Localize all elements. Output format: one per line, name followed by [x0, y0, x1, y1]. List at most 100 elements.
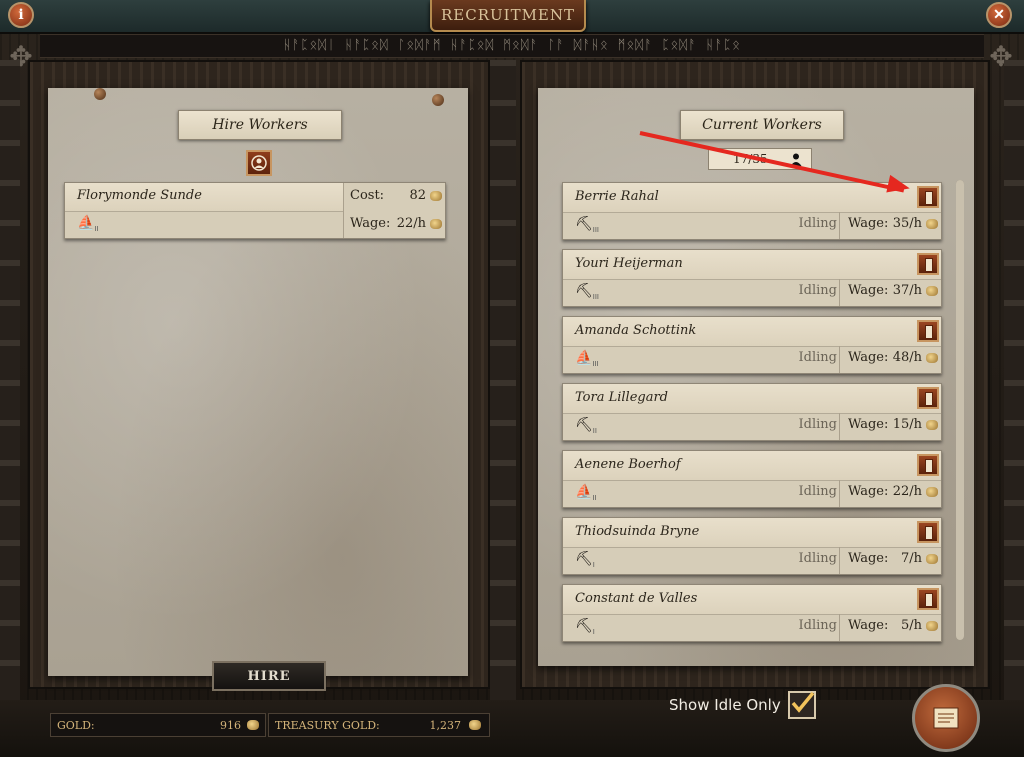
wage-box: Wage: 7/h — [839, 547, 942, 574]
wage-label: Wage: — [848, 283, 889, 298]
treasury-display: Treasury Gold: 1,237 — [268, 713, 490, 737]
pickaxe-icon: ⛏II — [575, 417, 597, 435]
left-pillar — [0, 60, 20, 700]
dismiss-worker-icon[interactable] — [917, 320, 939, 342]
hire-paper — [48, 88, 468, 676]
show-idle-checkbox[interactable] — [788, 691, 816, 719]
wage-label: Wage: — [848, 618, 889, 633]
wage-value: 7/h — [900, 551, 922, 566]
worker-card[interactable]: Berrie Rahal ⛏III Idling Wage: 35/h — [562, 182, 942, 240]
show-idle-label: Show Idle Only — [669, 696, 781, 714]
gold-coin-icon — [247, 720, 259, 730]
worker-name: Aenene Boerhof — [575, 457, 681, 472]
boat-icon: ⛵II — [575, 484, 597, 502]
treasury-value: 1,237 — [429, 718, 462, 732]
wage-label: Wage: — [848, 350, 889, 365]
pickaxe-icon: ⛏I — [575, 618, 595, 636]
wage-value: 22/h — [396, 216, 426, 231]
worker-card[interactable]: Constant de Valles ⛏I Idling Wage: 5/h — [562, 584, 942, 642]
dismiss-worker-icon[interactable] — [917, 521, 939, 543]
wage-value: 37/h — [892, 283, 922, 298]
candidate-name: Florymonde Sunde — [77, 188, 202, 203]
gold-coin-icon — [926, 353, 938, 363]
scrollbar-thumb[interactable] — [956, 180, 964, 640]
worker-status: Idling — [798, 484, 837, 499]
worker-card[interactable]: Aenene Boerhof ⛵II Idling Wage: 22/h — [562, 450, 942, 508]
worker-status: Idling — [798, 350, 837, 365]
wage-value: 22/h — [892, 484, 922, 499]
wage-label: Wage: — [848, 216, 889, 231]
dismiss-worker-icon[interactable] — [917, 253, 939, 275]
dismiss-worker-icon[interactable] — [917, 454, 939, 476]
wage-label: Wage: — [848, 417, 889, 432]
wage-label: Wage: — [848, 484, 889, 499]
hire-button[interactable]: HIRE — [212, 661, 326, 691]
worker-name: Amanda Schottink — [575, 323, 697, 338]
current-workers-title: Current Workers — [680, 110, 844, 140]
worker-name: Tora Lillegard — [575, 390, 668, 405]
candidate-cost-box: Cost: 82 Wage: 22/h — [343, 183, 446, 238]
pickaxe-icon: ⛏III — [575, 283, 599, 301]
gold-display: Gold: 916 — [50, 713, 266, 737]
gold-coin-icon — [926, 420, 938, 430]
dismiss-worker-icon[interactable] — [917, 588, 939, 610]
scroll-icon[interactable] — [912, 684, 980, 752]
worker-status: Idling — [798, 417, 837, 432]
worker-name: Constant de Valles — [575, 591, 698, 606]
wage-label: Wage: — [848, 551, 889, 566]
boat-icon: ⛵III — [575, 350, 599, 368]
gold-label: Gold: — [57, 718, 95, 732]
worker-name: Berrie Rahal — [575, 189, 659, 204]
center-pillar — [490, 60, 516, 700]
gold-coin-icon — [926, 554, 938, 564]
gold-coin-icon — [926, 621, 938, 631]
gold-value: 916 — [220, 718, 241, 732]
pickaxe-icon: ⛏I — [575, 551, 595, 569]
pickaxe-icon: ⛏III — [575, 216, 599, 234]
wage-box: Wage: 37/h — [839, 279, 942, 306]
worker-status: Idling — [798, 283, 837, 298]
worker-portrait-icon[interactable] — [246, 150, 272, 176]
hire-workers-title: Hire Workers — [178, 110, 342, 140]
gold-coin-icon — [926, 219, 938, 229]
worker-card[interactable]: Tora Lillegard ⛏II Idling Wage: 15/h — [562, 383, 942, 441]
rune-border: ᚺᚨᛈᛟᛞᛁ ᚺᚨᛈᛟᛞ ᛚᛟᛞᚨᛗ ᚺᚨᛈᛟᛞ ᛗᛟᛞᚨ ᛚᚨ ᛞᚨᚺᛟ ᛗᛟ… — [40, 34, 984, 58]
wage-value: 35/h — [892, 216, 922, 231]
gold-coin-icon — [430, 219, 442, 229]
info-icon[interactable]: i — [8, 2, 34, 28]
wage-value: 48/h — [892, 350, 922, 365]
window-title: Recruitment — [430, 0, 586, 32]
wage-value: 5/h — [900, 618, 922, 633]
worker-status: Idling — [798, 551, 837, 566]
boat-icon: ⛵II — [77, 215, 99, 233]
worker-status: Idling — [798, 618, 837, 633]
wage-box: Wage: 5/h — [839, 614, 942, 641]
worker-card[interactable]: Amanda Schottink ⛵III Idling Wage: 48/h — [562, 316, 942, 374]
worker-name: Youri Heijerman — [575, 256, 683, 271]
gold-coin-icon — [430, 191, 442, 201]
dismiss-worker-icon[interactable] — [917, 186, 939, 208]
wage-label: Wage: — [350, 216, 391, 231]
scrollbar[interactable] — [956, 180, 964, 640]
treasury-label: Treasury Gold: — [275, 718, 380, 732]
right-pillar — [1004, 60, 1024, 700]
wage-box: Wage: 15/h — [839, 413, 942, 440]
cost-label: Cost: — [350, 188, 385, 203]
wage-value: 15/h — [892, 417, 922, 432]
pin — [432, 94, 444, 106]
wage-box: Wage: 35/h — [839, 212, 942, 239]
worker-status: Idling — [798, 216, 837, 231]
worker-name: Thiodsuinda Bryne — [575, 524, 700, 539]
checkmark-icon — [791, 691, 815, 713]
dismiss-worker-icon[interactable] — [917, 387, 939, 409]
candidate-card[interactable]: Florymonde Sunde ⛵II Cost: 82 Wage: 22/h — [64, 182, 446, 239]
cost-value: 82 — [409, 188, 426, 203]
gold-coin-icon — [926, 286, 938, 296]
close-icon[interactable]: ✕ — [986, 2, 1012, 28]
current-paper — [538, 88, 974, 666]
worker-card[interactable]: Youri Heijerman ⛏III Idling Wage: 37/h — [562, 249, 942, 307]
worker-card[interactable]: Thiodsuinda Bryne ⛏I Idling Wage: 7/h — [562, 517, 942, 575]
pin — [94, 88, 106, 100]
wage-box: Wage: 48/h — [839, 346, 942, 373]
gold-coin-icon — [469, 720, 481, 730]
